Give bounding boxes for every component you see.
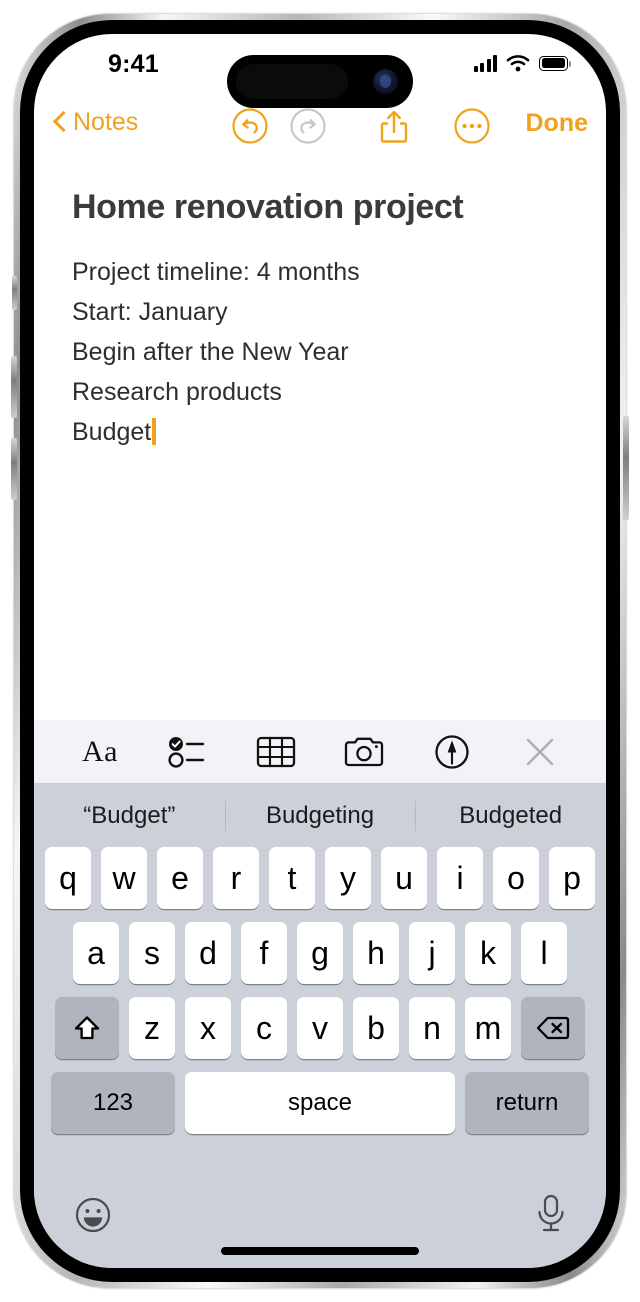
backspace-key[interactable] [521,997,585,1059]
key-k[interactable]: k [465,922,511,984]
key-m[interactable]: m [465,997,511,1059]
key-x[interactable]: x [185,997,231,1059]
screenshot-root: 9:41 Notes Done Home renovation project … [0,0,640,1302]
dictation-key[interactable] [534,1192,568,1241]
silent-switch[interactable] [12,276,17,310]
volume-up-button[interactable] [11,356,17,418]
status-bar: 9:41 [34,34,606,108]
key-q[interactable]: q [45,847,91,909]
prediction-candidate[interactable]: Budgeting [225,802,416,830]
note-line: Begin after the New Year [72,338,349,366]
key-e[interactable]: e [157,847,203,909]
share-button[interactable] [374,106,414,146]
navigation-actions [230,106,536,150]
back-button-label: Notes [73,108,139,136]
keyboard-row-1: q w e r t y u i o p [34,847,606,909]
note-line: Project timeline: 4 months [72,258,360,286]
key-j[interactable]: j [409,922,455,984]
front-camera-icon [373,69,398,94]
key-z[interactable]: z [129,997,175,1059]
note-line: Start: January [72,298,228,326]
markup-button[interactable] [425,728,479,776]
key-t[interactable]: t [269,847,315,909]
emoji-smiley-icon [75,1197,111,1233]
undo-button[interactable] [230,106,270,146]
text-format-icon: Aa [82,734,118,768]
key-u[interactable]: u [381,847,427,909]
note-body: Project timeline: 4 months Start: Januar… [72,252,586,452]
key-s[interactable]: s [129,922,175,984]
checklist-button[interactable] [161,728,215,776]
note-line-text: Budget [72,418,152,446]
redo-button[interactable] [288,106,328,146]
redo-icon [290,108,326,144]
key-p[interactable]: p [549,847,595,909]
format-text-button[interactable]: Aa [73,728,127,776]
key-d[interactable]: d [185,922,231,984]
note-line: Research products [72,378,282,406]
prediction-candidate[interactable]: “Budget” [34,802,225,830]
home-indicator[interactable] [221,1247,419,1255]
key-h[interactable]: h [353,922,399,984]
emoji-key[interactable] [72,1194,114,1241]
return-key[interactable]: return [465,1072,589,1134]
predictive-text-bar: “Budget” Budgeting Budgeted [34,784,606,847]
table-button[interactable] [249,728,303,776]
undo-icon [232,108,268,144]
back-to-notes-button[interactable]: Notes [54,108,138,137]
checklist-icon [168,736,205,768]
note-line-with-cursor: Budget [72,412,586,452]
format-toolbar: Aa [34,720,606,784]
key-l[interactable]: l [521,922,567,984]
close-toolbar-button[interactable] [513,728,567,776]
key-a[interactable]: a [73,922,119,984]
keyboard-row-4: 123 space return [34,1072,606,1134]
more-options-button[interactable] [452,106,492,146]
text-cursor [152,418,157,445]
key-y[interactable]: y [325,847,371,909]
shift-key[interactable] [55,997,119,1059]
wifi-icon [506,55,530,72]
volume-down-button[interactable] [11,438,17,500]
key-o[interactable]: o [493,847,539,909]
battery-full-icon [539,55,572,71]
phone-screen: 9:41 Notes Done Home renovation project … [34,34,606,1268]
keyboard-row-3: z x c v b n m [34,997,606,1059]
virtual-keyboard: “Budget” Budgeting Budgeted q w e r t y … [34,784,606,1268]
note-title: Home renovation project [72,188,464,226]
key-w[interactable]: w [101,847,147,909]
key-n[interactable]: n [409,997,455,1059]
markup-pen-icon [435,734,469,769]
close-x-icon [526,738,554,765]
camera-icon [344,737,384,766]
keyboard-row-2: a s d f g h j k l [34,922,606,984]
power-button[interactable] [623,416,629,520]
ellipsis-circle-icon [454,108,490,144]
key-f[interactable]: f [241,922,287,984]
shift-arrow-icon [74,1016,100,1040]
done-button[interactable]: Done [526,109,589,138]
camera-button[interactable] [337,728,391,776]
microphone-icon [538,1194,564,1232]
key-g[interactable]: g [297,922,343,984]
backspace-delete-icon [536,1016,570,1040]
key-b[interactable]: b [353,997,399,1059]
keyboard-bottom-bar [34,1182,606,1268]
key-c[interactable]: c [241,997,287,1059]
island-pill [236,64,348,99]
note-editor[interactable]: Home renovation project Project timeline… [34,160,606,738]
space-key[interactable]: space [185,1072,455,1134]
key-v[interactable]: v [297,997,343,1059]
numbers-key[interactable]: 123 [51,1072,175,1134]
chevron-left-icon [54,111,67,134]
navigation-bar: Notes Done [34,100,606,156]
cellular-signal-icon [473,54,497,72]
prediction-candidate[interactable]: Budgeted [415,802,606,830]
key-r[interactable]: r [213,847,259,909]
status-bar-clock: 9:41 [108,50,159,78]
table-icon [256,736,296,767]
share-icon [380,110,408,143]
status-bar-indicators [473,54,572,72]
key-i[interactable]: i [437,847,483,909]
